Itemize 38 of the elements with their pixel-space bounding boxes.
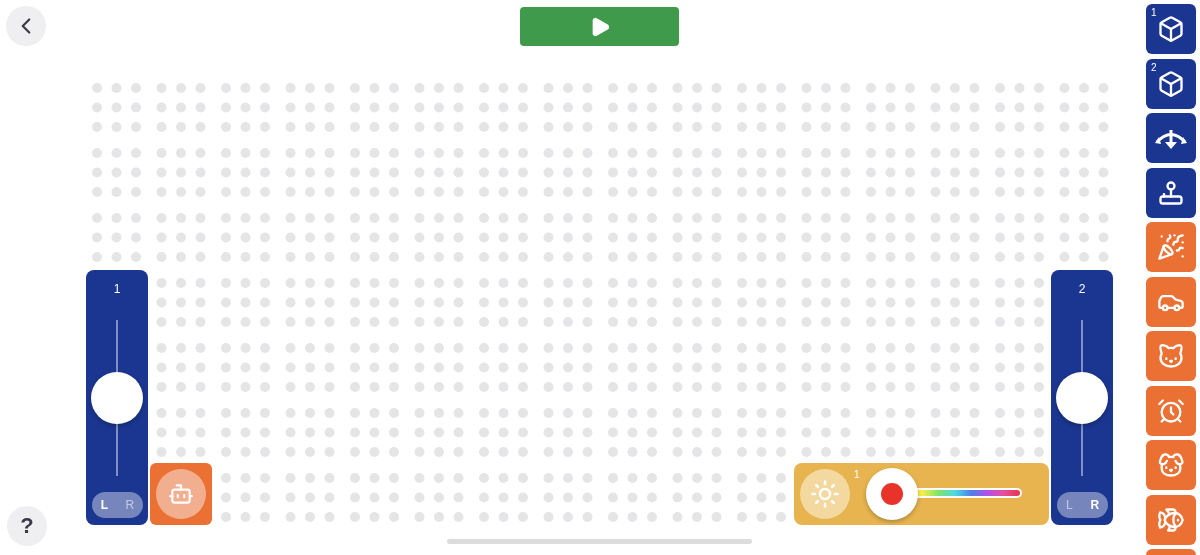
cube-icon [1157, 69, 1185, 98]
slider-thumb[interactable] [91, 372, 143, 424]
direction-option[interactable]: L [97, 498, 112, 512]
light-number: 1 [854, 469, 860, 480]
cube-icon [1157, 15, 1185, 43]
fish-icon [1157, 505, 1185, 534]
back-button[interactable] [6, 6, 46, 46]
robot-tile[interactable] [150, 463, 212, 525]
alarm-clock-icon [1157, 396, 1185, 425]
sun-icon [810, 479, 840, 509]
block-tile[interactable] [1146, 276, 1196, 327]
direction-toggle[interactable]: L R [92, 492, 143, 518]
play-button[interactable] [520, 7, 679, 46]
block-tile[interactable] [1146, 385, 1196, 436]
dog-icon [1157, 451, 1185, 479]
party-popper-icon [1157, 233, 1185, 261]
joystick-icon [1157, 178, 1185, 207]
block-number: 2 [1151, 61, 1157, 73]
block-tile[interactable] [1146, 331, 1196, 381]
block-tile[interactable]: 2 [1146, 58, 1196, 109]
block-tile[interactable]: 1 [1146, 4, 1196, 54]
block-tile[interactable] [1146, 113, 1196, 163]
direction-option[interactable]: L [1062, 498, 1076, 512]
motor-number: 1 [112, 282, 122, 296]
direction-option[interactable]: R [122, 498, 138, 512]
block-tile[interactable] [1146, 167, 1196, 218]
block-tile[interactable] [1146, 222, 1196, 272]
robot-icon [168, 481, 194, 507]
motor-number: 2 [1077, 282, 1087, 296]
block-tile[interactable] [1146, 494, 1196, 545]
direction-option[interactable]: R [1087, 498, 1103, 512]
cat-icon [1157, 342, 1185, 370]
direction-toggle[interactable]: L R [1057, 492, 1108, 518]
help-button[interactable]: ? [7, 506, 47, 546]
color-slider-thumb[interactable] [866, 468, 918, 520]
block-number: 1 [1151, 7, 1157, 18]
block-tile[interactable] [1146, 440, 1196, 490]
slider-thumb[interactable] [1056, 372, 1108, 424]
